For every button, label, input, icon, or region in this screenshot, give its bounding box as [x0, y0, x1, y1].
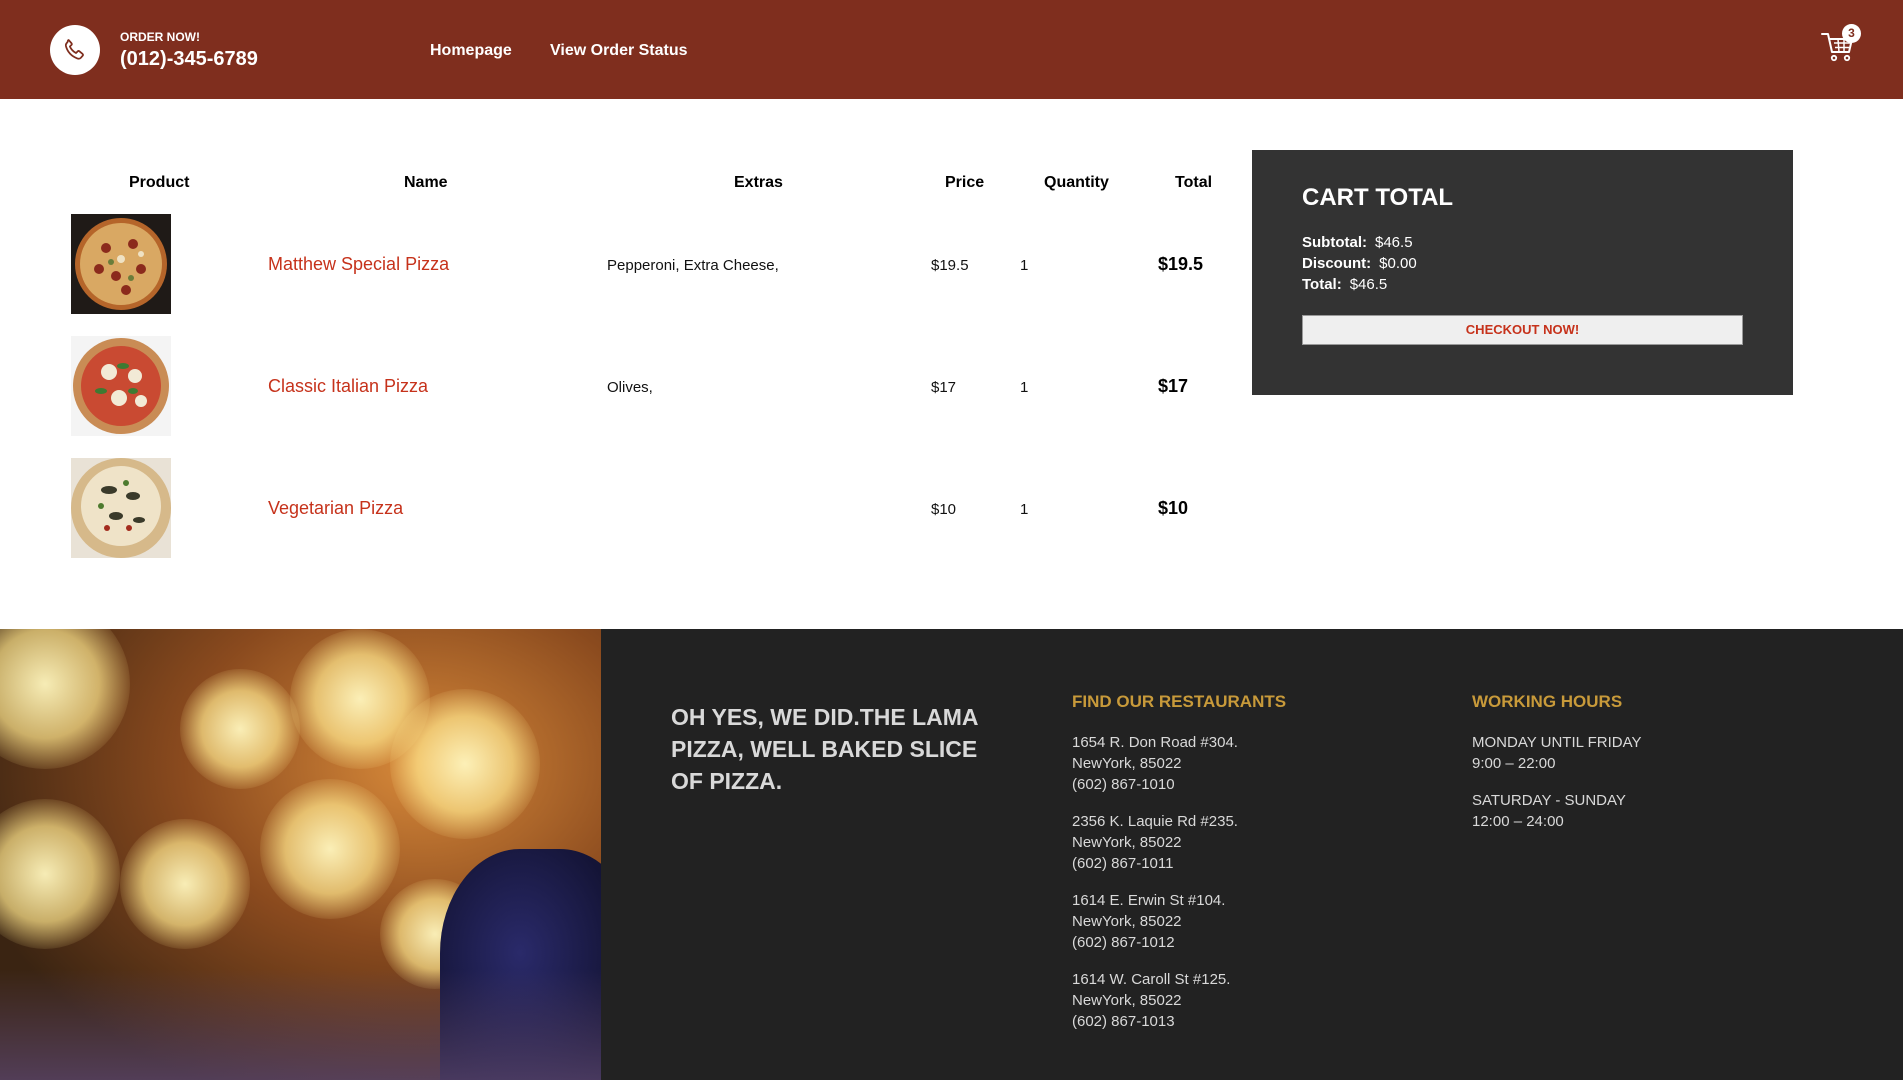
product-name-link[interactable]: Matthew Special Pizza [268, 254, 449, 275]
phone-button[interactable] [50, 25, 100, 75]
footer-background-image [0, 629, 601, 1080]
discount-value: $0.00 [1379, 255, 1417, 272]
product-quantity: 1 [1020, 257, 1029, 274]
header-quantity: Quantity [1044, 174, 1109, 191]
cart-count-badge: 3 [1842, 24, 1861, 43]
header-extras: Extras [734, 174, 783, 191]
phone-icon [64, 39, 84, 60]
product-total: $19.5 [1158, 254, 1204, 274]
product-total: $10 [1158, 498, 1189, 518]
total-line: Total: $46.5 [1302, 276, 1387, 293]
product-quantity: 1 [1020, 501, 1029, 518]
header-total: Total [1175, 174, 1213, 191]
product-name-link[interactable]: Classic Italian Pizza [268, 376, 428, 397]
product-name-link[interactable]: Vegetarian Pizza [268, 498, 403, 519]
order-now-label: ORDER NOW! [120, 30, 200, 44]
discount-label: Discount: [1302, 255, 1372, 272]
checkout-button[interactable]: CHECKOUT NOW! [1302, 315, 1743, 345]
cart-total-title: CART TOTAL [1302, 184, 1454, 211]
total-value: $46.5 [1349, 276, 1388, 293]
product-quantity: 1 [1020, 379, 1029, 396]
product-price: $19.5 [931, 257, 969, 274]
header-name: Name [404, 174, 448, 191]
cart-total-panel: CART TOTAL Subtotal: $46.5 Discount: $0.00… [1252, 150, 1793, 395]
restaurant-address: 2356 K. Laquie Rd #235. NewYork, 85022 (… [1072, 813, 1238, 872]
product-extras: Pepperoni, Extra Cheese, [607, 257, 779, 274]
discount-line: Discount: $0.00 [1302, 255, 1417, 272]
working-hours-entry: MONDAY UNTIL FRIDAY 9:00 – 22:00 [1472, 734, 1642, 772]
pizza-image [71, 214, 171, 314]
working-hours-entry: SATURDAY - SUNDAY 12:00 – 24:00 [1472, 792, 1626, 830]
navbar: ORDER NOW! (012)-345-6789 Homepage View … [0, 0, 1903, 99]
product-price: $17 [931, 379, 957, 396]
pizza-image [71, 458, 171, 558]
restaurants-heading: FIND OUR RESTAURANTS [1072, 692, 1287, 711]
product-extras: Olives, [607, 379, 653, 396]
header-product: Product [129, 174, 190, 191]
nav-link-view-order-status[interactable]: View Order Status [550, 42, 688, 60]
footer: OH YES, WE DID.THE LAMA PIZZA, WELL BAKE… [0, 629, 1903, 1080]
subtotal-label: Subtotal: [1302, 234, 1367, 251]
pizza-image [71, 336, 171, 436]
subtotal-line: Subtotal: $46.5 [1302, 234, 1413, 251]
footer-motto: OH YES, WE DID.THE LAMA PIZZA, WELL BAKE… [671, 704, 978, 794]
restaurant-address: 1614 E. Erwin St #104. NewYork, 85022 (6… [1072, 892, 1226, 951]
restaurant-address: 1614 W. Caroll St #125. NewYork, 85022 (… [1072, 971, 1231, 1030]
nav-link-homepage[interactable]: Homepage [430, 42, 512, 60]
total-label: Total: [1302, 276, 1342, 293]
product-price: $10 [931, 501, 957, 518]
subtotal-value: $46.5 [1375, 234, 1413, 251]
header-price: Price [945, 174, 985, 191]
phone-number: (012)-345-6789 [120, 48, 258, 70]
product-total: $17 [1158, 376, 1189, 396]
restaurant-address: 1654 R. Don Road #304. NewYork, 85022 (6… [1072, 734, 1238, 793]
working-hours-heading: WORKING HOURS [1472, 692, 1623, 711]
